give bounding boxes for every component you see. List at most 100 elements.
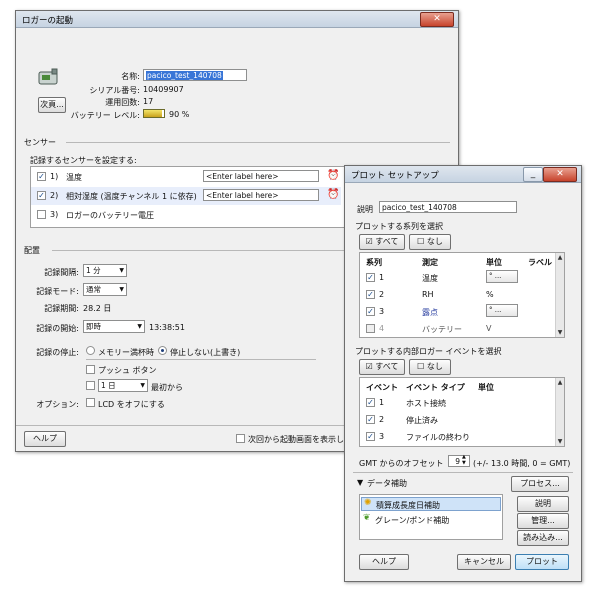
- name-field[interactable]: pacico_test_140708: [143, 69, 247, 81]
- gmt-offset-field[interactable]: 9: [448, 455, 470, 467]
- no-show-again-checkbox[interactable]: [236, 434, 245, 443]
- stop-divider: [86, 359, 316, 360]
- serial-label: シリアル番号:: [89, 86, 140, 95]
- chevron-down-icon: ▼: [119, 267, 124, 274]
- plot-help-button[interactable]: ヘルプ: [359, 554, 409, 570]
- stop-never-radio[interactable]: [158, 346, 167, 355]
- event-2-checkbox[interactable]: ✓: [366, 415, 375, 424]
- describe-button[interactable]: 説明: [517, 496, 569, 512]
- description-field[interactable]: pacico_test_140708: [379, 201, 517, 213]
- battery-icon: [143, 109, 165, 118]
- interval-select[interactable]: 1 分 ▼: [83, 264, 127, 277]
- scroll-up-icon[interactable]: ▲: [556, 378, 564, 387]
- table-row: ✓ 3 露点 ° ...: [360, 303, 556, 320]
- start-select-value: 即時: [86, 322, 101, 331]
- stop-label: 記録の停止:: [36, 348, 79, 357]
- spinner-icon[interactable]: ▲ ▼: [462, 454, 466, 466]
- sensor-2-label-field[interactable]: <Enter label here>: [203, 189, 319, 201]
- sensor-1-name: 温度: [66, 173, 82, 182]
- minimize-button[interactable]: _: [523, 167, 543, 182]
- series-all-button[interactable]: ☑ すべて: [359, 234, 405, 250]
- series-none-button[interactable]: ☐ なし: [409, 234, 451, 250]
- serial-value: 10409907: [143, 85, 184, 94]
- scroll-down-icon[interactable]: ▼: [556, 328, 564, 337]
- after-days-suffix: 最初から: [151, 383, 183, 392]
- events-all-button[interactable]: ☑ すべて: [359, 359, 405, 375]
- event-2-number: 2: [379, 415, 385, 424]
- push-button-checkbox[interactable]: [86, 365, 95, 374]
- assistant-growing-degree-days: 積算成長度日補助: [376, 501, 440, 510]
- checkbox-icon: ☑: [365, 237, 373, 246]
- battery-label: バッテリー レベル:: [70, 111, 140, 120]
- chevron-down-icon: ▼: [119, 286, 124, 293]
- after-days-value: 1 日: [101, 381, 116, 390]
- sensor-3-name: ロガーのバッテリー電圧: [66, 211, 154, 220]
- logger-device-icon: [38, 67, 60, 87]
- series-2-checkbox[interactable]: ✓: [366, 290, 375, 299]
- series-1-checkbox[interactable]: ✓: [366, 273, 375, 282]
- list-item: ✓ 3 ファイルの終わり: [360, 428, 556, 445]
- plot-setup-window: プロット セットアップ _ ✕ 説明 pacico_test_140708 プロ…: [344, 165, 582, 582]
- lcd-off-checkbox[interactable]: [86, 398, 95, 407]
- options-label: オプション:: [36, 400, 79, 409]
- load-button[interactable]: 読み込み...: [517, 530, 569, 546]
- list-item: ✓ 2 停止済み: [360, 411, 556, 428]
- after-days-checkbox[interactable]: [86, 381, 95, 390]
- battery-fill: [144, 110, 162, 117]
- assist-divider: [353, 472, 573, 473]
- series-col-header: 系列: [366, 258, 382, 267]
- process-button[interactable]: プロセス...: [511, 476, 569, 492]
- launch-close-button[interactable]: ✕: [420, 12, 454, 27]
- sensor-2-checkbox[interactable]: ✓: [37, 191, 46, 200]
- launch-help-button[interactable]: ヘルプ: [24, 431, 66, 447]
- list-item[interactable]: ❦ グレーン/ポンド補助: [361, 513, 501, 527]
- sensor-row: 3) ロガーのバッテリー電圧: [31, 206, 341, 224]
- assistant-grains-per-pound: グレーン/ポンド補助: [375, 516, 450, 525]
- sensors-subheading: 記録するセンサーを設定する:: [30, 156, 137, 165]
- table-row: 4 バッテリー V: [360, 320, 556, 337]
- event-2-name: 停止済み: [406, 416, 438, 425]
- sensor-3-checkbox[interactable]: [37, 210, 46, 219]
- series-1-unit-select[interactable]: ° ...: [486, 270, 518, 283]
- events-scrollbar[interactable]: ▲ ▼: [555, 378, 564, 446]
- after-days-select[interactable]: 1 日 ▼: [98, 379, 148, 392]
- series-4-checkbox[interactable]: [366, 324, 375, 333]
- stop-never-label: 停止しない(上書き): [170, 348, 241, 357]
- sensor-1-checkbox[interactable]: ✓: [37, 172, 46, 181]
- event-1-number: 1: [379, 398, 385, 407]
- table-row: ✓ 2 RH %: [360, 286, 556, 303]
- plot-button[interactable]: プロット: [515, 554, 569, 570]
- series-3-unit-select[interactable]: ° ...: [486, 304, 518, 317]
- events-none-button[interactable]: ☐ なし: [409, 359, 451, 375]
- event-3-checkbox[interactable]: ✓: [366, 432, 375, 441]
- alarm-bell-icon[interactable]: ⏰: [327, 189, 339, 200]
- collapse-triangle-icon[interactable]: ▼: [357, 478, 363, 487]
- series-scrollbar[interactable]: ▲ ▼: [555, 253, 564, 337]
- start-select[interactable]: 即時 ▼: [83, 320, 145, 333]
- alarm-bell-icon[interactable]: ⏰: [327, 170, 339, 181]
- series-heading: プロットする系列を選択: [355, 222, 443, 231]
- series-table: 系列 測定 単位 ラベル ✓ 1 温度 ° ... ✓ 2 RH % ✓ 3 露…: [359, 252, 565, 338]
- details-button[interactable]: 次頁...: [38, 97, 66, 113]
- sensors-heading: センサー: [24, 138, 56, 147]
- interval-select-value: 1 分: [86, 266, 101, 275]
- data-assistants-heading: データ補助: [367, 479, 407, 488]
- interval-label: 記録間隔:: [44, 268, 79, 277]
- plot-close-button[interactable]: ✕: [543, 167, 577, 182]
- sensor-1-label-field[interactable]: <Enter label here>: [203, 170, 319, 182]
- manage-button[interactable]: 管理...: [517, 513, 569, 529]
- series-3-checkbox[interactable]: ✓: [366, 307, 375, 316]
- cancel-button[interactable]: キャンセル: [457, 554, 511, 570]
- event-1-checkbox[interactable]: ✓: [366, 398, 375, 407]
- mode-select[interactable]: 通常 ▼: [83, 283, 127, 296]
- list-item[interactable]: ✺ 積算成長度日補助: [361, 497, 501, 511]
- series-3-number: 3: [379, 307, 385, 316]
- stop-memfull-radio[interactable]: [86, 346, 95, 355]
- scroll-up-icon[interactable]: ▲: [556, 253, 564, 262]
- push-button-label: プッシュ ボタン: [98, 366, 157, 375]
- sensor-row: ✓ 2) 相対湿度 (温度チャンネル 1 に依存) <Enter label h…: [31, 187, 341, 205]
- description-label: 説明: [357, 205, 373, 214]
- scroll-down-icon[interactable]: ▼: [556, 437, 564, 446]
- series-4-unit: V: [486, 324, 492, 333]
- label-col-header: ラベル: [528, 258, 552, 267]
